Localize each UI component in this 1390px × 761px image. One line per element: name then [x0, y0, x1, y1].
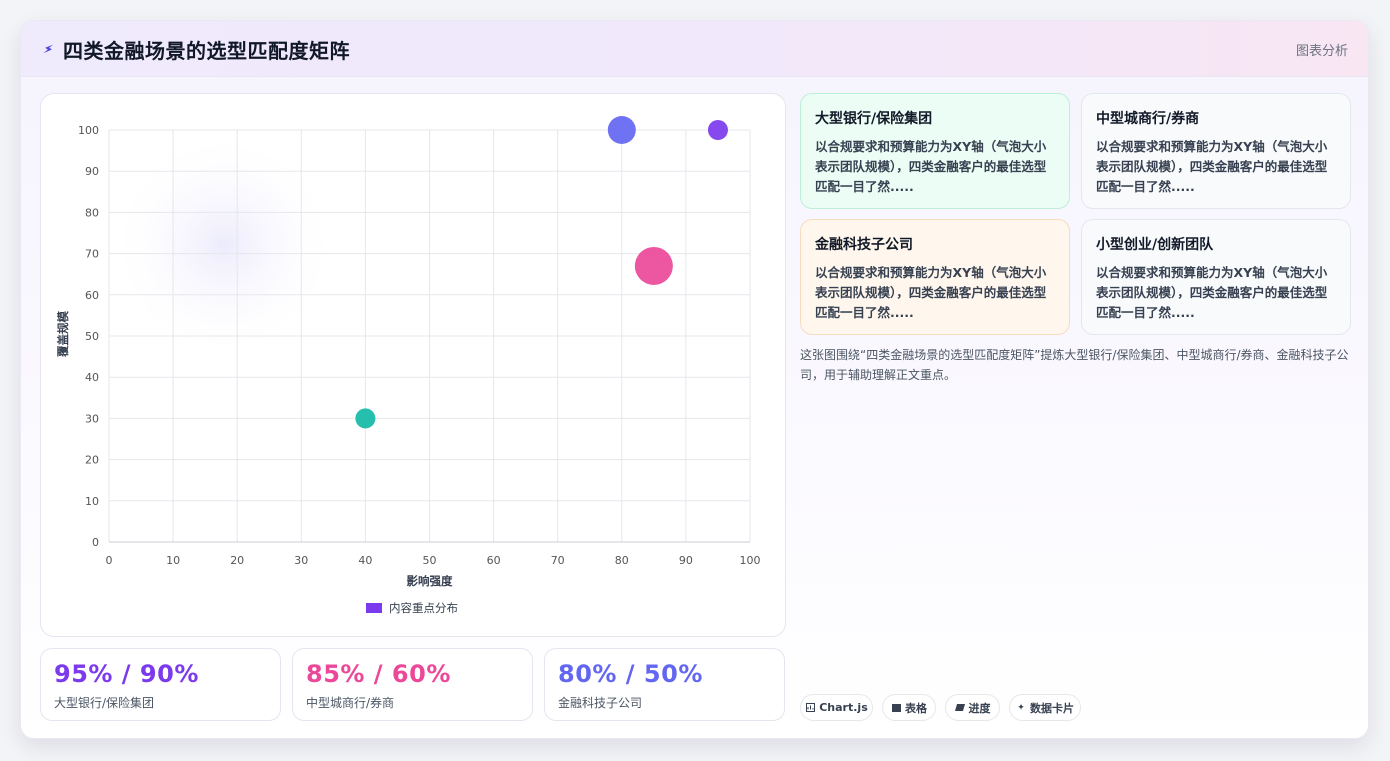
segment-card-fintech: 金融科技子公司 以合规要求和预算能力为XY轴（气泡大小表示团队规模），四类金融客…: [800, 219, 1070, 335]
stat-label: 大型银行/保险集团: [54, 696, 155, 710]
bubble-point: [707, 120, 728, 140]
stat-value: 80% / 50%: [558, 660, 703, 688]
y-axis-label: 覆盖规模: [56, 311, 70, 357]
pill-label: 表格: [905, 701, 927, 715]
y-tick-label: 0: [92, 536, 99, 549]
x-tick-label: 10: [166, 554, 180, 567]
stat-card-2: 85% / 60% 中型城商行/券商: [292, 648, 533, 721]
stat-card-3: 80% / 50% 金融科技子公司: [544, 648, 785, 721]
stat-value: 85% / 60%: [306, 660, 451, 688]
bubble-point: [607, 116, 636, 144]
pill-label: 数据卡片: [1030, 701, 1074, 715]
plot-glow: [109, 130, 339, 360]
tag-pill-table[interactable]: 表格: [882, 694, 936, 721]
segment-card-mid-bank: 中型城商行/券商 以合规要求和预算能力为XY轴（气泡大小表示团队规模），四类金融…: [1081, 93, 1351, 209]
card-header: 四类金融场景的选型匹配度矩阵 图表分析: [21, 21, 1368, 77]
stat-label: 中型城商行/券商: [306, 696, 395, 710]
tag-pill-data-card[interactable]: ✦ 数据卡片: [1009, 694, 1081, 721]
scatter-chart: 0 10 20 30 40 50 60 70 80 90 100 0 10 20 30 40 50 60 70 80 9…: [56, 116, 761, 615]
x-tick-label: 20: [230, 554, 244, 567]
x-tick-label: 80: [615, 554, 629, 567]
x-tick-label: 60: [487, 554, 501, 567]
y-tick-label: 70: [85, 248, 99, 261]
segment-desc: 以合规要求和预算能力为XY轴（气泡大小表示团队规模），四类金融客户的最佳选型匹配…: [815, 139, 1047, 194]
y-tick-label: 30: [85, 412, 99, 425]
tag-pill-progress[interactable]: 进度: [945, 694, 1000, 721]
table-icon: [891, 703, 901, 713]
stat-label: 金融科技子公司: [558, 696, 643, 710]
y-tick-label: 90: [85, 165, 99, 178]
lightning-icon: [43, 44, 54, 54]
chart-icon: [805, 703, 815, 713]
x-tick-label: 0: [106, 554, 113, 567]
y-tick-label: 10: [85, 495, 99, 508]
x-tick-label: 40: [358, 554, 372, 567]
y-tick-label: 60: [85, 289, 99, 302]
page-title: 四类金融场景的选型匹配度矩阵: [63, 39, 350, 63]
segment-desc: 以合规要求和预算能力为XY轴（气泡大小表示团队规模），四类金融客户的最佳选型匹配…: [1096, 265, 1328, 320]
pill-label: 进度: [968, 701, 991, 715]
segment-desc: 以合规要求和预算能力为XY轴（气泡大小表示团队规模），四类金融客户的最佳选型匹配…: [815, 265, 1047, 320]
y-tick-label: 40: [85, 371, 99, 384]
stat-card-1: 95% / 90% 大型银行/保险集团: [40, 648, 281, 721]
legend-label: 内容重点分布: [389, 601, 458, 615]
segment-card-startup: 小型创业/创新团队 以合规要求和预算能力为XY轴（气泡大小表示团队规模），四类金…: [1081, 219, 1351, 335]
y-tick-label: 80: [85, 206, 99, 219]
segment-card-large-bank: 大型银行/保险集团 以合规要求和预算能力为XY轴（气泡大小表示团队规模），四类金…: [800, 93, 1070, 209]
chart-panel: 0 10 20 30 40 50 60 70 80 90 100 0 10 20 30 40 50 60 70 80 9…: [40, 93, 786, 637]
y-tick-label: 20: [85, 454, 99, 467]
report-card: 四类金融场景的选型匹配度矩阵 图表分析 0 10 20 30 40 50 60 70 80 90 1…: [20, 20, 1369, 739]
x-tick-label: 70: [551, 554, 565, 567]
x-tick-label: 50: [423, 554, 437, 567]
y-tick-label: 100: [78, 124, 99, 137]
bubble-point: [355, 408, 376, 429]
segment-title: 中型城商行/券商: [1096, 111, 1200, 127]
stat-value: 95% / 90%: [54, 660, 199, 688]
segment-title: 金融科技子公司: [815, 237, 913, 253]
x-tick-label: 30: [294, 554, 308, 567]
tag-pill-chartjs[interactable]: Chart.js: [800, 694, 873, 721]
x-axis-label: 影响强度: [407, 574, 453, 588]
summary-note: 这张图围绕“四类金融场景的选型匹配度矩阵”提炼大型银行/保险集团、中型城商行/券…: [800, 348, 1349, 382]
header-tag: 图表分析: [1295, 44, 1348, 59]
segment-title: 小型创业/创新团队: [1096, 237, 1214, 253]
pill-label: Chart.js: [819, 701, 868, 714]
segment-title: 大型银行/保险集团: [815, 111, 933, 127]
sparkle-icon: ✦: [1017, 702, 1025, 713]
segment-desc: 以合规要求和预算能力为XY轴（气泡大小表示团队规模），四类金融客户的最佳选型匹配…: [1096, 139, 1328, 194]
progress-icon: [954, 703, 965, 713]
x-tick-label: 100: [740, 554, 761, 567]
bubble-point: [634, 246, 673, 285]
legend-swatch: [366, 603, 382, 613]
y-tick-label: 50: [85, 330, 99, 343]
x-tick-label: 90: [679, 554, 693, 567]
